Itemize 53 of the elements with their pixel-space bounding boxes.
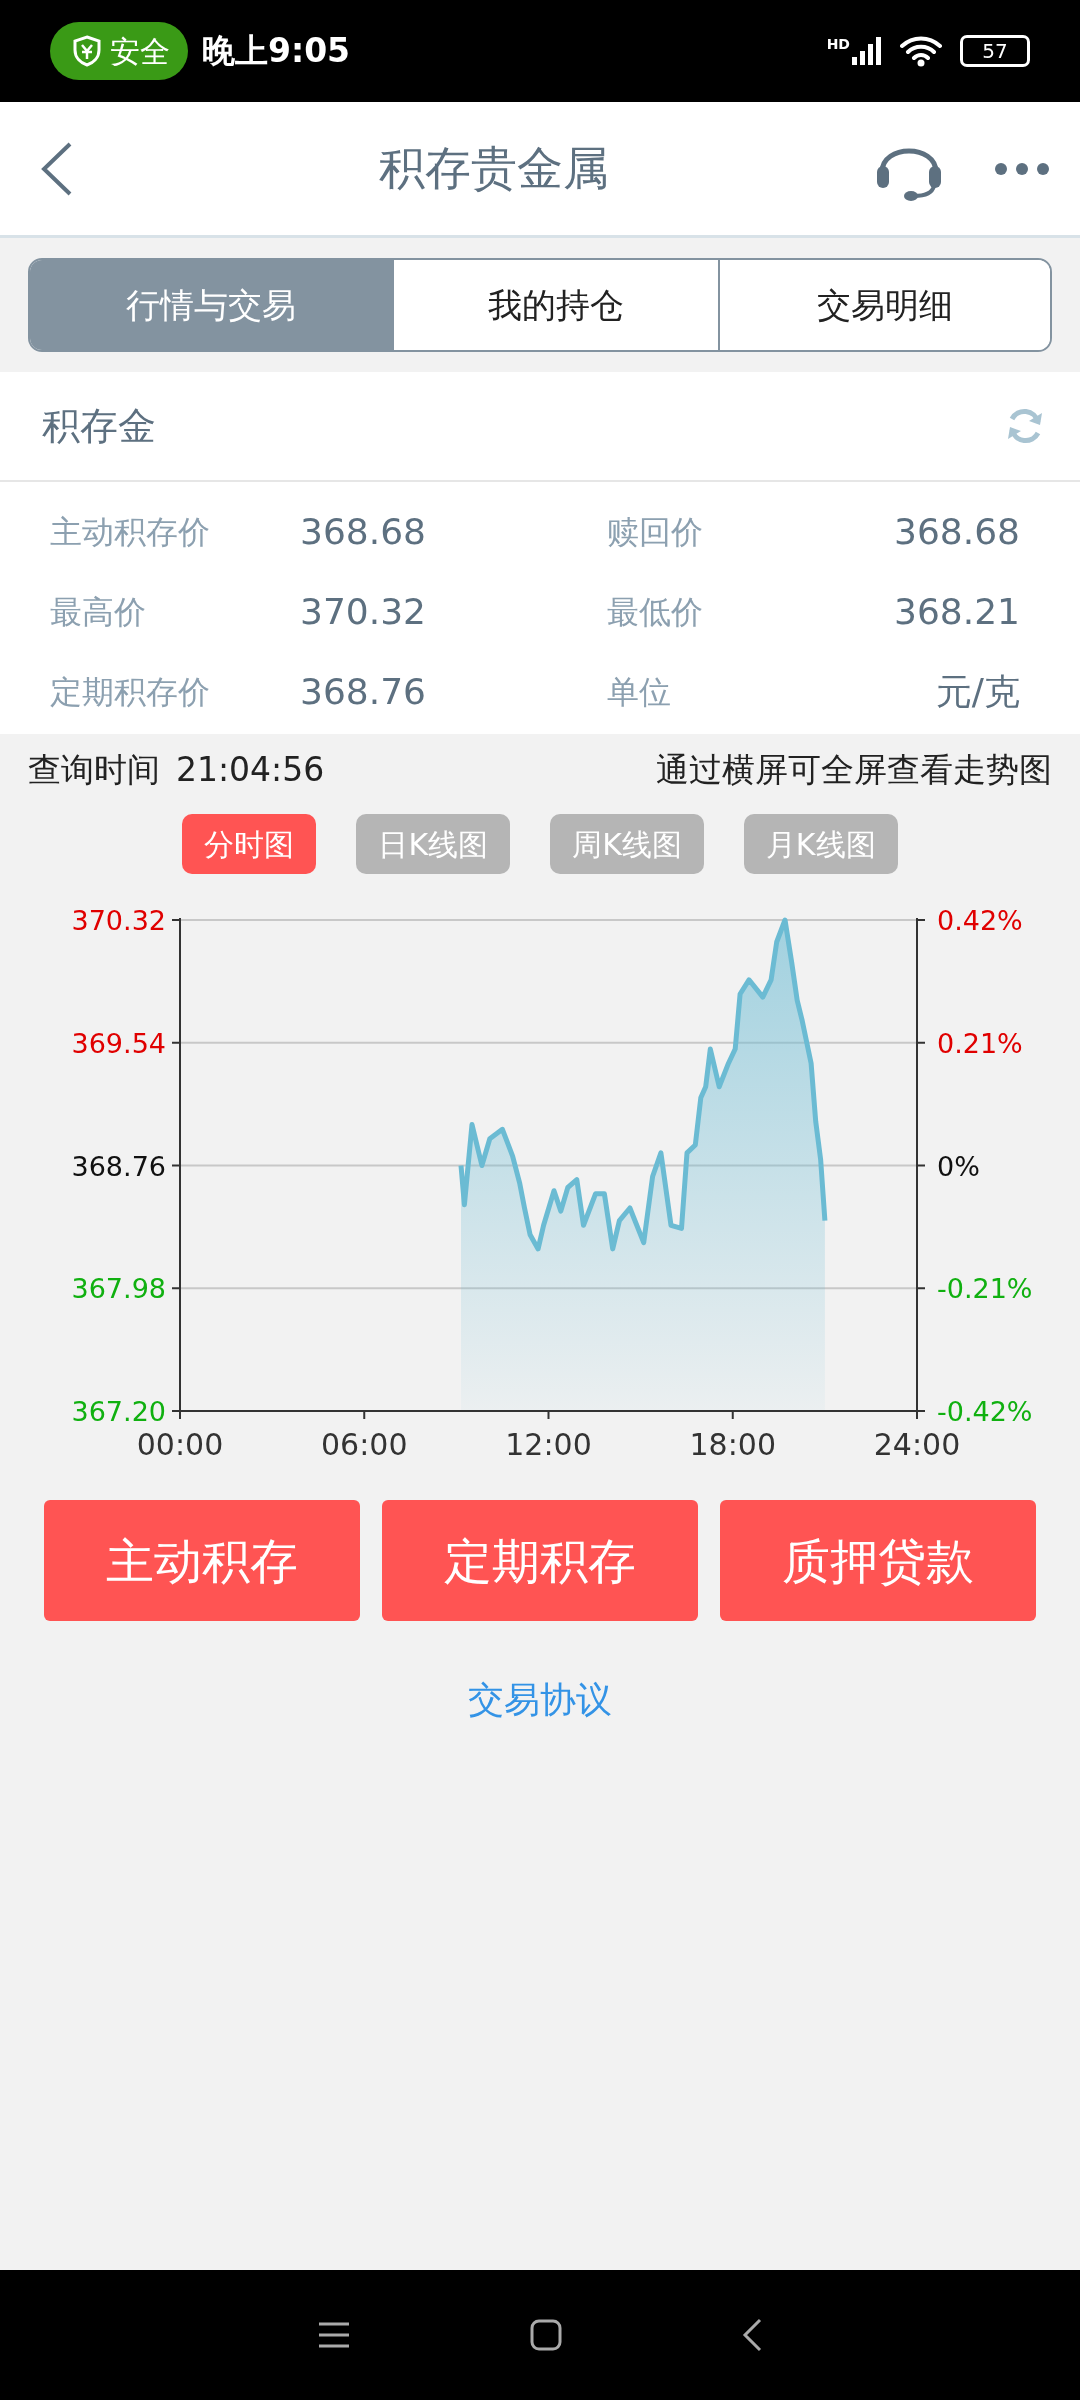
query-time: 21:04:56 [176,749,325,792]
battery-level: 57 [982,41,1008,61]
y-axis-label: 369.54 [71,1027,166,1059]
price-value: 368.68 [300,511,426,552]
price-value: 368.76 [300,671,426,712]
x-axis-label: 00:00 [136,1427,224,1462]
home-icon[interactable] [530,2319,562,2351]
action-button[interactable]: 质押贷款 [720,1500,1036,1621]
x-axis-label: 24:00 [873,1427,961,1462]
price-label: 主动积存价 [49,513,210,551]
y-axis-label: 370.32 [71,905,166,936]
status-time: 晚上9:05 [202,30,351,73]
signal-icon [852,37,882,65]
chart-tab[interactable]: 月K线图 [743,814,898,874]
chart-tab[interactable]: 日K线图 [356,814,511,874]
wifi-icon [900,35,942,67]
percent-axis-label: 0% [937,1150,980,1182]
y-axis-label: 367.98 [71,1273,166,1305]
x-axis-label: 12:00 [505,1427,592,1462]
landscape-hint: 通过横屏可全屏查看走势图 [656,749,1052,792]
chart-tab[interactable]: 分时图 [182,814,317,874]
price-label: 定期积存价 [49,673,210,711]
menu-icon[interactable] [318,2321,350,2349]
price-label: 赎回价 [607,513,703,551]
query-label: 查询时间 [28,749,160,792]
page-title: 积存贵金属 [379,141,609,195]
price-label: 最低价 [607,593,703,631]
percent-axis-label: 0.42% [937,905,1023,936]
y-axis-label: 368.76 [71,1150,166,1182]
tab[interactable]: 行情与交易 [30,260,394,350]
agreement-link[interactable]: 交易协议 [468,1679,612,1720]
percent-axis-label: -0.42% [937,1396,1033,1427]
price-value: 368.68 [894,511,1020,552]
price-value: 368.21 [894,591,1020,632]
product-title: 积存金 [42,402,156,450]
security-label: 安全 [110,32,170,71]
network-label: HD [826,37,850,51]
price-value: 元/克 [935,671,1020,712]
x-axis-label: 18:00 [689,1427,776,1462]
action-button[interactable]: 定期积存 [382,1500,698,1621]
chart-tab[interactable]: 周K线图 [550,814,704,874]
x-axis-label: 06:00 [321,1427,408,1462]
percent-axis-label: 0.21% [937,1027,1023,1059]
back-icon[interactable] [40,140,74,197]
price-value: 370.32 [300,591,426,632]
more-icon[interactable] [994,161,1050,176]
back-icon[interactable] [742,2318,762,2352]
percent-axis-label: -0.21% [937,1273,1033,1305]
action-button[interactable]: 主动积存 [44,1500,360,1621]
price-label: 单位 [607,673,671,711]
shield-icon [72,35,102,67]
price-label: 最高价 [49,593,146,631]
y-axis-label: 367.20 [71,1396,166,1427]
